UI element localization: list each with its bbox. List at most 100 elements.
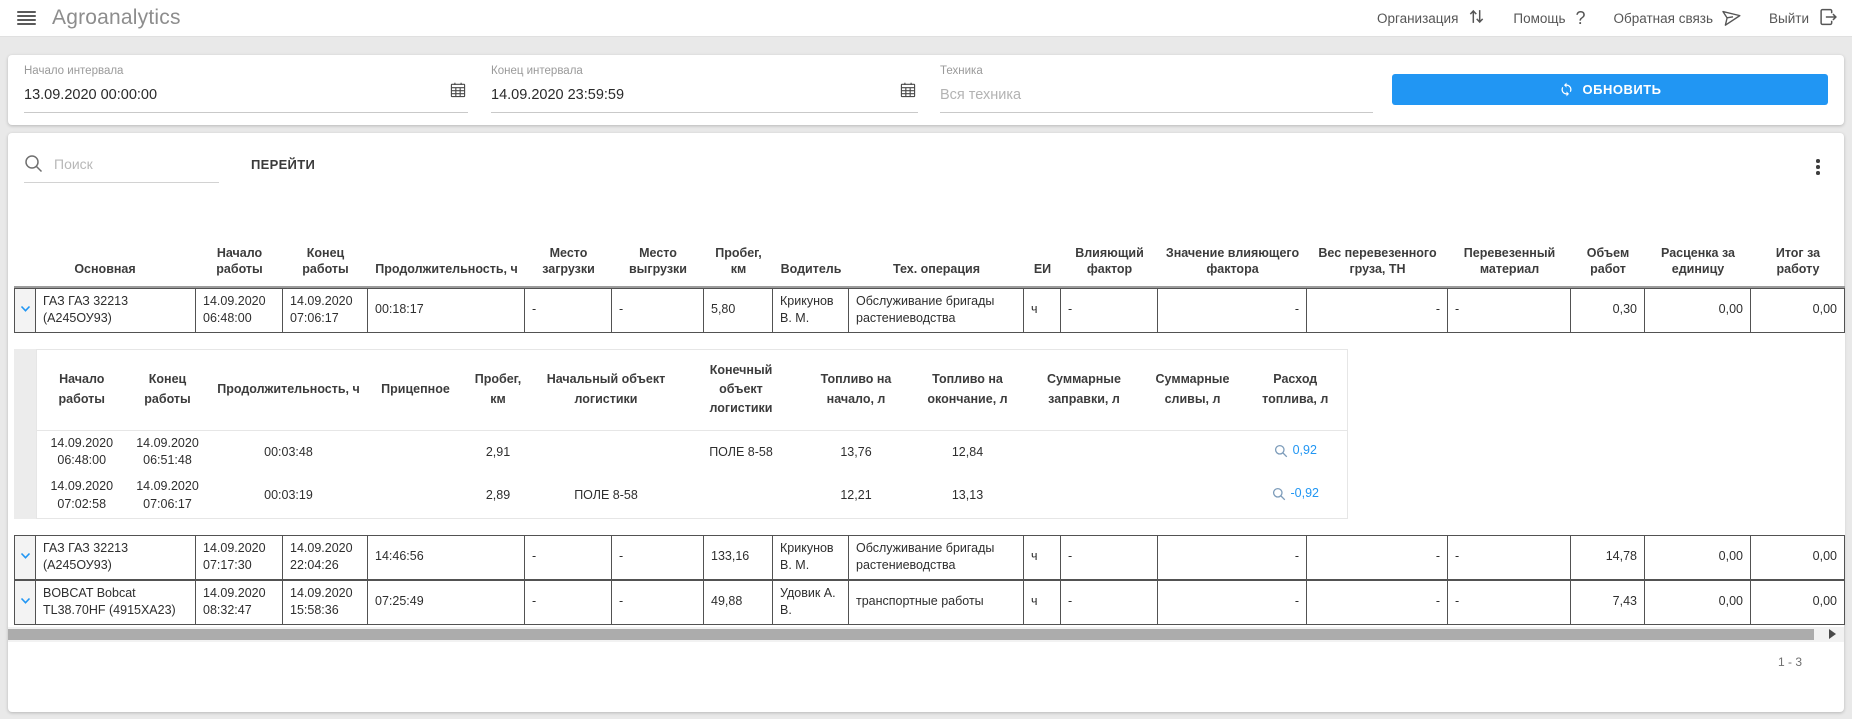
nav-logout[interactable]: Выйти bbox=[1769, 8, 1838, 29]
cell-load-place: - bbox=[525, 580, 612, 625]
cell-driver: Крикунов В. М. bbox=[773, 288, 849, 333]
menu-icon[interactable] bbox=[17, 11, 36, 25]
calendar-icon[interactable] bbox=[900, 82, 916, 103]
row-expander[interactable] bbox=[14, 580, 36, 625]
search-icon bbox=[24, 154, 43, 173]
subcell-refuels bbox=[1027, 474, 1142, 518]
cell-work-end: 14.09.2020 07:06:17 bbox=[283, 288, 368, 333]
logout-icon bbox=[1819, 8, 1838, 29]
swap-vertical-icon bbox=[1468, 8, 1485, 28]
col-work-end: Конец работы bbox=[283, 245, 368, 288]
col-mileage: Пробег, км bbox=[704, 245, 773, 288]
chevron-down-icon bbox=[20, 305, 31, 313]
expanded-panel: Начало работы Конец работы Продолжительн… bbox=[14, 349, 1845, 519]
row-expander[interactable] bbox=[14, 535, 36, 580]
calendar-icon[interactable] bbox=[450, 82, 466, 103]
cell-work-start: 14.09.2020 07:17:30 bbox=[196, 535, 283, 580]
results-panel: ПЕРЕЙТИ Основная Начало работы Конец раб… bbox=[8, 133, 1844, 712]
subtable-row: 14.09.2020 06:48:00 14.09.2020 06:51:48 … bbox=[37, 430, 1348, 474]
cell-mileage: 5,80 bbox=[704, 288, 773, 333]
nav-feedback-label: Обратная связь bbox=[1614, 11, 1713, 26]
cell-work-volume: 0,30 bbox=[1571, 288, 1645, 333]
cell-unit-rate: 0,00 bbox=[1645, 580, 1751, 625]
row-expander[interactable] bbox=[14, 288, 36, 333]
magnifier-icon bbox=[1272, 487, 1286, 501]
subcell-work-end: 14.09.2020 07:06:17 bbox=[127, 474, 209, 518]
cell-factor-value: - bbox=[1158, 288, 1307, 333]
cell-load-place: - bbox=[525, 535, 612, 580]
cell-material: - bbox=[1448, 535, 1571, 580]
send-icon bbox=[1723, 9, 1741, 28]
subtable-header-row: Начало работы Конец работы Продолжительн… bbox=[37, 349, 1348, 430]
horizontal-scrollbar[interactable] bbox=[8, 627, 1844, 642]
refresh-button-label: ОБНОВИТЬ bbox=[1583, 82, 1662, 97]
subcell-work-end: 14.09.2020 06:51:48 bbox=[127, 430, 209, 474]
subcol-work-start: Начало работы bbox=[37, 349, 127, 430]
cell-factor: - bbox=[1061, 580, 1158, 625]
app-bar: Agroanalytics Организация Помощь ? Обрат… bbox=[0, 0, 1852, 37]
kebab-menu-icon[interactable] bbox=[1812, 155, 1824, 179]
subcell-fuel-end: 13,13 bbox=[909, 474, 1027, 518]
search-box bbox=[24, 154, 219, 183]
cell-factor: - bbox=[1061, 288, 1158, 333]
table-toolbar: ПЕРЕЙТИ bbox=[8, 145, 1844, 191]
subcol-fuel-end: Топливо на окончание, л bbox=[909, 349, 1027, 430]
subcell-mileage: 2,89 bbox=[463, 474, 534, 518]
subcell-refuels bbox=[1027, 430, 1142, 474]
subcol-fuel-start: Топливо на начало, л bbox=[804, 349, 909, 430]
refresh-button[interactable]: ОБНОВИТЬ bbox=[1392, 74, 1828, 105]
go-button[interactable]: ПЕРЕЙТИ bbox=[245, 156, 321, 173]
subcell-trailer bbox=[369, 430, 463, 474]
fuel-consumption-link[interactable]: 0,92 bbox=[1274, 442, 1317, 460]
table-row: ГАЗ ГАЗ 32213 (А245ОУ93) 14.09.2020 06:4… bbox=[14, 288, 1845, 333]
nav-logout-label: Выйти bbox=[1769, 11, 1809, 26]
cell-factor-value: - bbox=[1158, 580, 1307, 625]
nav-feedback[interactable]: Обратная связь bbox=[1614, 9, 1741, 28]
interval-end-field: Конец интервала bbox=[491, 65, 918, 113]
cell-material: - bbox=[1448, 580, 1571, 625]
cell-duration: 00:18:17 bbox=[368, 288, 525, 333]
cell-factor-value: - bbox=[1158, 535, 1307, 580]
results-table-wrap: Основная Начало работы Конец работы Прод… bbox=[8, 245, 1844, 625]
cell-operation: Обслуживание бригады растениеводства bbox=[849, 535, 1024, 580]
scroll-right-arrow[interactable] bbox=[1829, 629, 1836, 639]
col-factor: Влияющий фактор bbox=[1061, 245, 1158, 288]
subcol-consumption: Расход топлива, л bbox=[1244, 349, 1348, 430]
col-main: Основная bbox=[14, 245, 196, 288]
subcol-drains: Суммарные сливы, л bbox=[1142, 349, 1244, 430]
chevron-down-icon bbox=[20, 597, 31, 605]
cell-duration: 07:25:49 bbox=[368, 580, 525, 625]
cell-driver: Крикунов В. М. bbox=[773, 535, 849, 580]
fuel-consumption-value: -0,92 bbox=[1291, 485, 1320, 503]
cell-operation: транспортные работы bbox=[849, 580, 1024, 625]
col-factor-value: Значение влияющего фактора bbox=[1158, 245, 1307, 288]
interval-start-input[interactable] bbox=[24, 87, 432, 103]
subcell-fuel-start: 12,21 bbox=[804, 474, 909, 518]
filter-panel: Начало интервала Конец интервала Техника bbox=[8, 55, 1844, 125]
pagination-label: 1 - 3 bbox=[8, 642, 1844, 669]
scrollbar-thumb[interactable] bbox=[8, 629, 1814, 640]
chevron-down-icon bbox=[20, 552, 31, 560]
table-row: BOBCAT Bobcat TL38.70HF (4915ХА23) 14.09… bbox=[14, 580, 1845, 625]
results-table: Основная Начало работы Конец работы Прод… bbox=[14, 245, 1845, 625]
col-work-volume: Объем работ bbox=[1571, 245, 1645, 288]
col-unload-place: Место выгрузки bbox=[612, 245, 704, 288]
subtable-row: 14.09.2020 07:02:58 14.09.2020 07:06:17 … bbox=[37, 474, 1348, 518]
equipment-input[interactable] bbox=[940, 87, 1338, 103]
app-title: Agroanalytics bbox=[52, 6, 181, 30]
cell-work-total: 0,00 bbox=[1751, 580, 1845, 625]
cell-material: - bbox=[1448, 288, 1571, 333]
subcell-drains bbox=[1142, 430, 1244, 474]
trips-subtable: Начало работы Конец работы Продолжительн… bbox=[36, 349, 1348, 519]
subcell-start-logistics bbox=[534, 430, 679, 474]
search-input[interactable] bbox=[52, 155, 211, 173]
subcol-start-logistics: Начальный объект логистики bbox=[534, 349, 679, 430]
cell-mileage: 49,88 bbox=[704, 580, 773, 625]
nav-organization[interactable]: Организация bbox=[1377, 8, 1485, 28]
cell-driver: Удовик А. В. bbox=[773, 580, 849, 625]
subcell-start-logistics: ПОЛЕ 8-58 bbox=[534, 474, 679, 518]
cell-work-total: 0,00 bbox=[1751, 535, 1845, 580]
interval-end-input[interactable] bbox=[491, 87, 884, 103]
nav-help[interactable]: Помощь ? bbox=[1513, 9, 1585, 27]
fuel-consumption-link[interactable]: -0,92 bbox=[1272, 485, 1320, 503]
